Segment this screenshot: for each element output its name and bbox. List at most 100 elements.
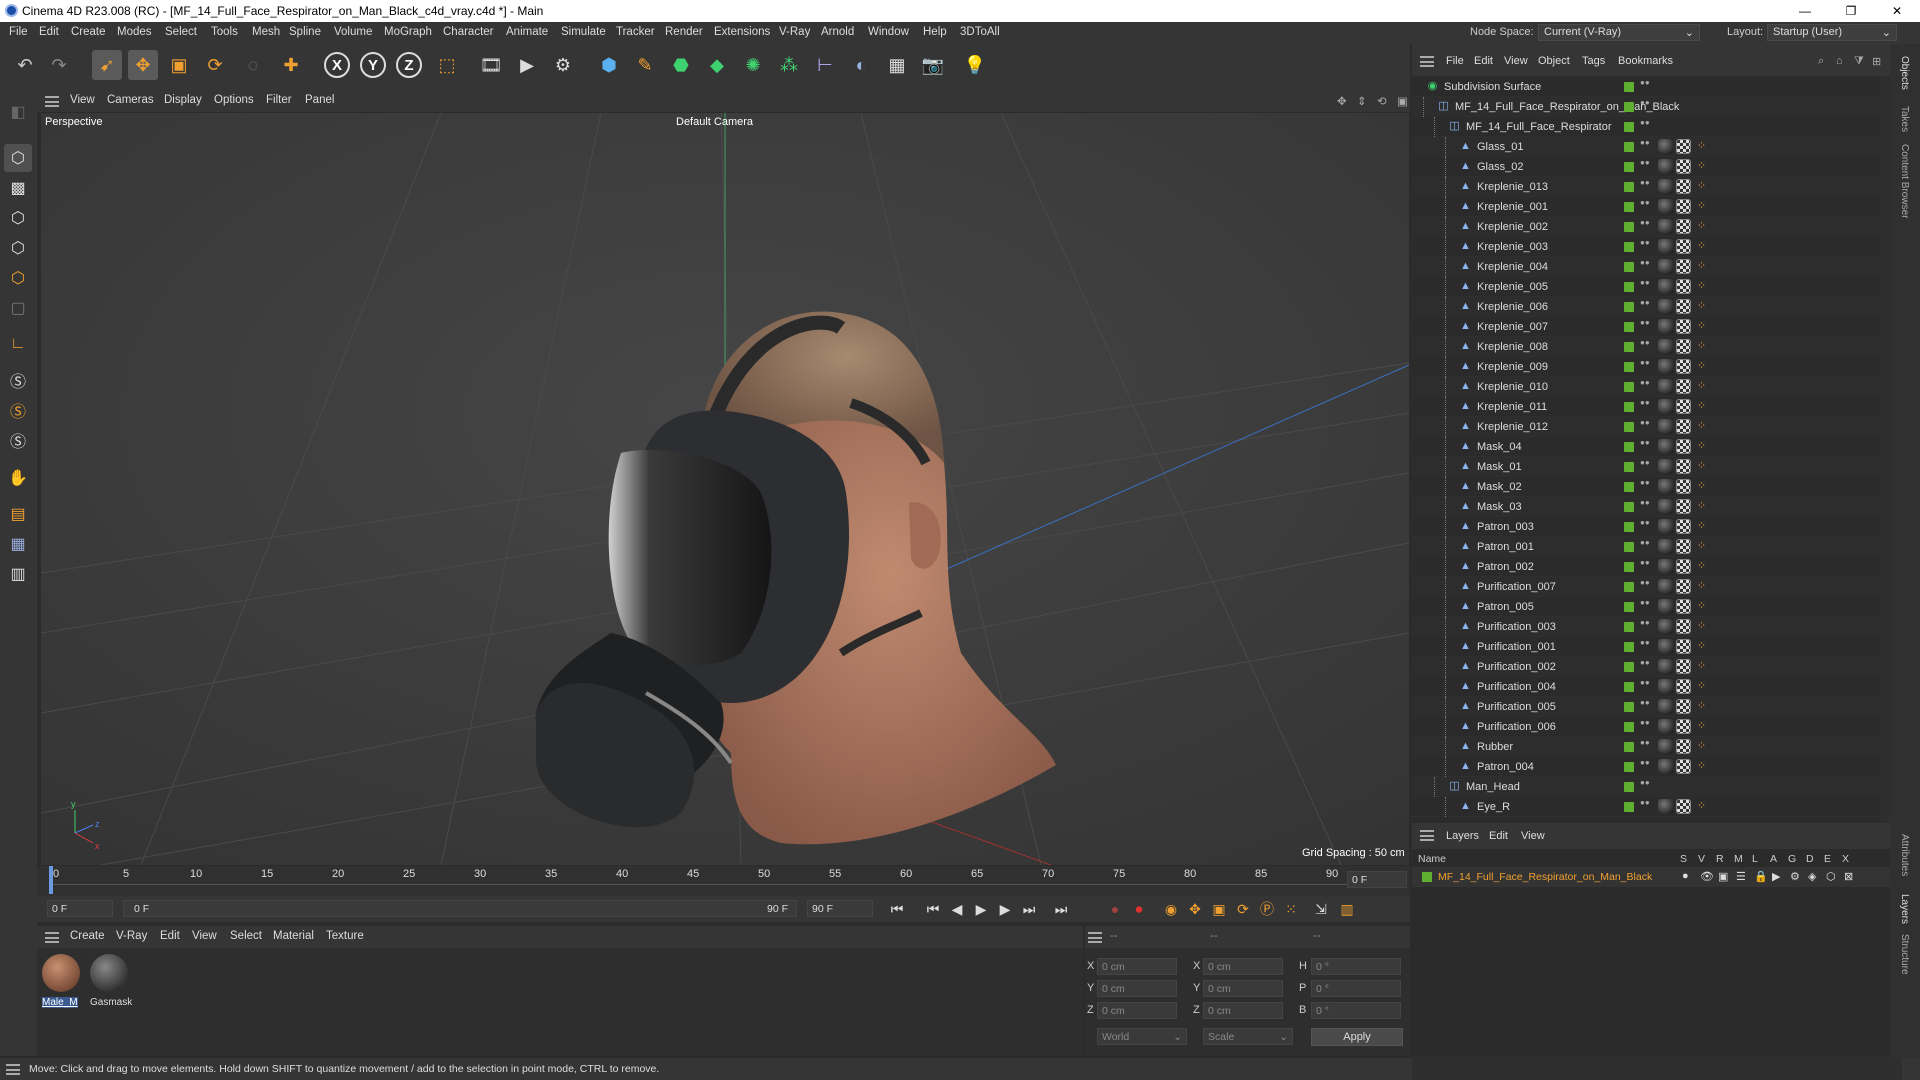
object-row[interactable]: ▲ Kreplenie_009 ●● ⁘	[1412, 357, 1880, 377]
texture-tag-icon[interactable]	[1676, 599, 1691, 614]
go-to-end-icon[interactable]: ⏭	[1051, 899, 1071, 919]
snap-settings-icon[interactable]: Ⓢ	[4, 396, 32, 424]
timeline-icon[interactable]: ▥	[1337, 899, 1357, 919]
position-z-field[interactable]: 0 cm	[1097, 1002, 1177, 1019]
y-axis-lock-icon[interactable]: Y	[358, 50, 388, 80]
obj-menu-bookmarks[interactable]: Bookmarks	[1618, 55, 1673, 67]
phong-tag-icon[interactable]: ⁘	[1694, 639, 1709, 654]
home-icon[interactable]: ⌂	[1836, 55, 1843, 67]
material-tag-icon[interactable]	[1658, 179, 1673, 194]
material-tag-icon[interactable]	[1658, 279, 1673, 294]
layer-color-indicator[interactable]	[1624, 622, 1634, 632]
layer-color-indicator[interactable]	[1624, 382, 1634, 392]
end-frame-field[interactable]: 90 F	[807, 900, 873, 917]
texture-tag-icon[interactable]	[1676, 759, 1691, 774]
layer-color-indicator[interactable]	[1624, 322, 1634, 332]
object-row[interactable]: ▲ Purification_001 ●● ⁘	[1412, 637, 1880, 657]
cube-primitive-icon[interactable]: ⬢	[594, 50, 624, 80]
layer-color-indicator[interactable]	[1624, 222, 1634, 232]
light-bulb-icon[interactable]: 💡	[960, 50, 990, 80]
phong-tag-icon[interactable]: ⁘	[1694, 599, 1709, 614]
visibility-dots-icon[interactable]: ●●	[1640, 619, 1650, 627]
visibility-dots-icon[interactable]: ●●	[1640, 99, 1650, 107]
manager-icon[interactable]: ☰	[1736, 870, 1746, 883]
material-tag-icon[interactable]	[1658, 639, 1673, 654]
object-row[interactable]: ▲ Kreplenie_012 ●● ⁘	[1412, 417, 1880, 437]
texture-tag-icon[interactable]	[1676, 159, 1691, 174]
mat-menu-select[interactable]: Select	[230, 930, 262, 942]
tweak-mode-icon[interactable]: ✋	[4, 464, 32, 492]
objects-hamburger-icon[interactable]	[1420, 56, 1434, 67]
visibility-dots-icon[interactable]: ●●	[1640, 439, 1650, 447]
tab-objects[interactable]: Objects	[1899, 56, 1910, 90]
material-tag-icon[interactable]	[1658, 459, 1673, 474]
size-mode-dropdown[interactable]: Scale ⌄	[1203, 1028, 1293, 1045]
layout-dropdown[interactable]: Startup (User) ⌄	[1767, 24, 1897, 41]
phong-tag-icon[interactable]: ⁘	[1694, 419, 1709, 434]
visibility-dots-icon[interactable]: ●●	[1640, 659, 1650, 667]
texture-tag-icon[interactable]	[1676, 179, 1691, 194]
menu-character[interactable]: Character	[443, 26, 494, 38]
layer-color-indicator[interactable]	[1624, 722, 1634, 732]
material-tag-icon[interactable]	[1658, 319, 1673, 334]
layer-color-indicator[interactable]	[1624, 202, 1634, 212]
object-row[interactable]: ▲ Kreplenie_002 ●● ⁘	[1412, 217, 1880, 237]
menu-create[interactable]: Create	[71, 26, 106, 38]
material-swatch[interactable]: Male_M	[42, 954, 82, 1010]
obj-menu-view[interactable]: View	[1504, 55, 1528, 67]
object-row[interactable]: ◫ Man_Head ●●	[1412, 777, 1880, 797]
size-z-field[interactable]: 0 cm	[1203, 1002, 1283, 1019]
render-settings-icon[interactable]: ⚙	[548, 50, 578, 80]
obj-menu-object[interactable]: Object	[1538, 55, 1570, 67]
menu-tracker[interactable]: Tracker	[616, 26, 655, 38]
layer-menu-view[interactable]: View	[1521, 830, 1545, 842]
texture-tag-icon[interactable]	[1676, 539, 1691, 554]
texture-tag-icon[interactable]	[1676, 239, 1691, 254]
measure-tool-icon[interactable]: ⊢	[810, 50, 840, 80]
status-hamburger-icon[interactable]	[6, 1064, 20, 1075]
object-row[interactable]: ▲ Kreplenie_003 ●● ⁘	[1412, 237, 1880, 257]
polygons-mode-icon[interactable]: ⬡	[4, 264, 32, 292]
texture-tag-icon[interactable]	[1676, 319, 1691, 334]
phong-tag-icon[interactable]: ⁘	[1694, 219, 1709, 234]
visibility-dots-icon[interactable]: ●●	[1640, 299, 1650, 307]
obj-menu-tags[interactable]: Tags	[1582, 55, 1605, 67]
search-icon[interactable]: ⌕	[1818, 55, 1824, 68]
phong-tag-icon[interactable]: ⁘	[1694, 679, 1709, 694]
material-tag-icon[interactable]	[1658, 259, 1673, 274]
render-view-icon[interactable]: 🎞	[476, 50, 506, 80]
texture-tag-icon[interactable]	[1676, 359, 1691, 374]
visibility-dots-icon[interactable]: ●●	[1640, 319, 1650, 327]
object-row[interactable]: ▲ Eye_R ●● ⁘	[1412, 797, 1880, 817]
layer-color-indicator[interactable]	[1624, 502, 1634, 512]
texture-tag-icon[interactable]	[1676, 139, 1691, 154]
snap-icon[interactable]: Ⓢ	[4, 366, 32, 394]
visibility-dots-icon[interactable]: ●●	[1640, 139, 1650, 147]
material-tag-icon[interactable]	[1658, 139, 1673, 154]
solo-icon[interactable]: ●	[1682, 870, 1689, 882]
layer-menu-edit[interactable]: Edit	[1489, 830, 1508, 842]
texture-tag-icon[interactable]	[1676, 639, 1691, 654]
layer-color-indicator[interactable]	[1624, 682, 1634, 692]
texture-tag-icon[interactable]	[1676, 219, 1691, 234]
lock-icon[interactable]: 🔒	[1754, 870, 1768, 883]
material-tag-icon[interactable]	[1658, 359, 1673, 374]
material-tag-icon[interactable]	[1658, 599, 1673, 614]
key-pla-icon[interactable]: ⁙	[1281, 899, 1301, 919]
object-row[interactable]: ▲ Kreplenie_010 ●● ⁘	[1412, 377, 1880, 397]
material-tag-icon[interactable]	[1658, 559, 1673, 574]
current-frame-field[interactable]: 0 F	[1347, 871, 1407, 888]
phong-tag-icon[interactable]: ⁘	[1694, 519, 1709, 534]
phong-tag-icon[interactable]: ⁘	[1694, 759, 1709, 774]
layer-color-indicator[interactable]	[1624, 182, 1634, 192]
rotation-b-field[interactable]: 0 °	[1311, 1002, 1401, 1019]
subdivision-generator-icon[interactable]: ⬣	[666, 50, 696, 80]
material-tag-icon[interactable]	[1658, 719, 1673, 734]
material-tag-icon[interactable]	[1658, 659, 1673, 674]
material-swatch[interactable]: Gasmask	[90, 954, 132, 1010]
phong-tag-icon[interactable]: ⁘	[1694, 799, 1709, 814]
locked-workplane-icon[interactable]: ▥	[4, 560, 32, 588]
phong-tag-icon[interactable]: ⁘	[1694, 539, 1709, 554]
tab-takes[interactable]: Takes	[1899, 106, 1910, 132]
layer-color-indicator[interactable]	[1624, 762, 1634, 772]
